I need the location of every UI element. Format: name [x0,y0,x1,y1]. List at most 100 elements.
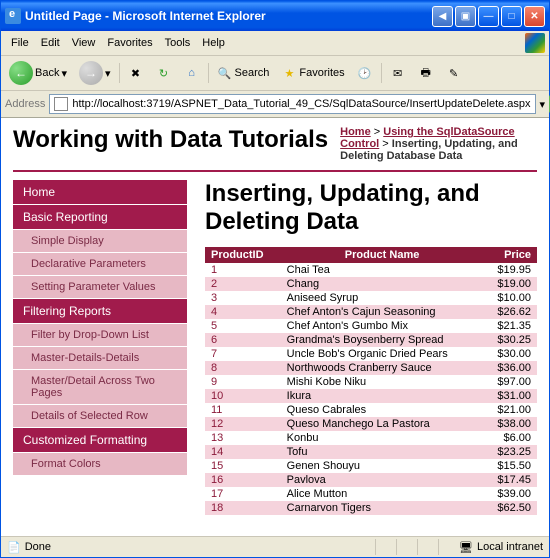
zone-icon: 🖥 [459,541,473,554]
table-row: 4Chef Anton's Cajun Seasoning$26.62 [205,305,537,319]
menu-file[interactable]: File [5,35,35,51]
sidebar-item[interactable]: Master-Details-Details [13,347,187,370]
col-price[interactable]: Price [483,247,537,263]
cell-id: 5 [205,319,281,333]
ie-icon [5,8,21,24]
status-text: Done [25,541,51,553]
col-productid[interactable]: ProductID [205,247,281,263]
site-title: Working with Data Tutorials [13,126,328,154]
menu-bar: File Edit View Favorites Tools Help [1,31,549,56]
breadcrumb-home[interactable]: Home [340,126,371,138]
table-row: 6Grandma's Boysenberry Spread$30.25 [205,333,537,347]
table-row: 10Ikura$31.00 [205,389,537,403]
cell-name: Chef Anton's Cajun Seasoning [281,305,484,319]
cell-id: 2 [205,277,281,291]
minimize-button[interactable]: — [478,6,499,27]
cell-price: $26.62 [483,305,537,319]
favorites-button[interactable]: ★Favorites [277,63,348,83]
table-row: 14Tofu$23.25 [205,445,537,459]
refresh-button[interactable]: ↻ [152,63,176,83]
table-row: 15Genen Shouyu$15.50 [205,459,537,473]
menu-help[interactable]: Help [196,35,231,51]
address-dropdown-icon[interactable]: ▾ [540,98,546,111]
cell-price: $30.00 [483,347,537,361]
table-row: 5Chef Anton's Gumbo Mix$21.35 [205,319,537,333]
mail-button[interactable]: ✉ [386,63,410,83]
window-title: Untitled Page - Microsoft Internet Explo… [25,9,432,23]
stop-button[interactable]: ✖ [124,63,148,83]
table-row: 13Konbu$6.00 [205,431,537,445]
cell-price: $21.35 [483,319,537,333]
table-row: 1Chai Tea$19.95 [205,263,537,277]
page-heading: Inserting, Updating, and Deleting Data [205,180,537,235]
cell-price: $17.45 [483,473,537,487]
back-label: Back [35,67,59,79]
cell-id: 7 [205,347,281,361]
print-icon: 🖶 [418,65,434,81]
cell-price: $97.00 [483,375,537,389]
edit-icon: ✎ [446,65,462,81]
menu-view[interactable]: View [66,35,102,51]
cell-price: $38.00 [483,417,537,431]
cell-price: $19.95 [483,263,537,277]
forward-button[interactable]: → ▾ [75,59,115,87]
sidebar-category[interactable]: Customized Formatting [13,428,187,453]
sidebar-item[interactable]: Declarative Parameters [13,253,187,276]
home-icon: ⌂ [184,65,200,81]
cell-id: 3 [205,291,281,305]
dropdown-icon: ▾ [61,67,67,80]
main-content: Inserting, Updating, and Deleting Data P… [187,180,537,515]
sidebar-item[interactable]: Details of Selected Row [13,405,187,428]
history-button[interactable]: 🕑 [353,63,377,83]
back-arrow-icon: ← [9,61,33,85]
mail-icon: ✉ [390,65,406,81]
maximize-button[interactable]: □ [501,6,522,27]
sidebar-item[interactable]: Setting Parameter Values [13,276,187,299]
address-input[interactable]: http://localhost:3719/ASPNET_Data_Tutori… [49,94,535,114]
home-button[interactable]: ⌂ [180,63,204,83]
title-bar[interactable]: Untitled Page - Microsoft Internet Explo… [1,1,549,31]
cell-id: 8 [205,361,281,375]
print-button[interactable]: 🖶 [414,63,438,83]
cell-name: Genen Shouyu [281,459,484,473]
table-row: 2Chang$19.00 [205,277,537,291]
cell-price: $23.25 [483,445,537,459]
cell-name: Tofu [281,445,484,459]
search-icon: 🔍 [217,65,233,81]
cell-name: Northwoods Cranberry Sauce [281,361,484,375]
sidebar-item[interactable]: Master/Detail Across Two Pages [13,370,187,405]
cell-name: Pavlova [281,473,484,487]
table-row: 16Pavlova$17.45 [205,473,537,487]
cell-price: $21.00 [483,403,537,417]
menu-favorites[interactable]: Favorites [101,35,158,51]
group-left-button[interactable]: ◀ [432,6,453,27]
table-row: 9Mishi Kobe Niku$97.00 [205,375,537,389]
cell-name: Konbu [281,431,484,445]
cell-id: 1 [205,263,281,277]
address-bar: Address http://localhost:3719/ASPNET_Dat… [1,91,549,118]
cell-name: Queso Manchego La Pastora [281,417,484,431]
close-button[interactable]: ✕ [524,6,545,27]
sidebar-item[interactable]: Simple Display [13,230,187,253]
cell-id: 15 [205,459,281,473]
sidebar-item[interactable]: Format Colors [13,453,187,476]
sidebar-item[interactable]: Filter by Drop-Down List [13,324,187,347]
menu-tools[interactable]: Tools [159,35,197,51]
search-button[interactable]: 🔍Search [213,63,274,83]
cell-price: $30.25 [483,333,537,347]
cell-name: Alice Mutton [281,487,484,501]
group-right-button[interactable]: ▣ [455,6,476,27]
browser-viewport[interactable]: Working with Data Tutorials Home > Using… [1,118,549,536]
edit-button[interactable]: ✎ [442,63,466,83]
address-label: Address [5,98,45,110]
col-productname[interactable]: Product Name [281,247,484,263]
cell-name: Grandma's Boysenberry Spread [281,333,484,347]
back-button[interactable]: ← Back ▾ [5,59,71,87]
sidebar-category[interactable]: Filtering Reports [13,299,187,324]
history-icon: 🕑 [357,65,373,81]
sidebar-item-home[interactable]: Home [13,180,187,205]
sidebar-category[interactable]: Basic Reporting [13,205,187,230]
app-window: Untitled Page - Microsoft Internet Explo… [0,0,550,558]
products-table: ProductID Product Name Price 1Chai Tea$1… [205,247,537,515]
menu-edit[interactable]: Edit [35,35,66,51]
